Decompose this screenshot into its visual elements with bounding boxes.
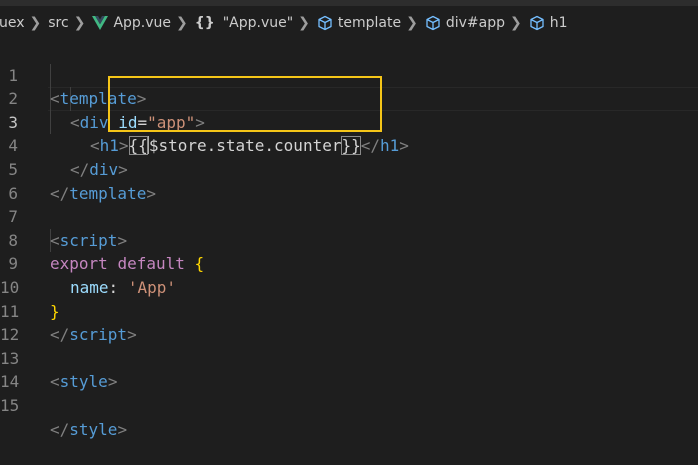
breadcrumb-item-app-vue[interactable]: App.vue — [92, 15, 171, 31]
cube-icon — [425, 15, 441, 31]
breadcrumb-item-div-app[interactable]: div#app — [425, 15, 505, 31]
code-line: 10 } — [0, 252, 698, 321]
code-line: 5 </template> — [0, 134, 698, 203]
braces-icon: {} — [194, 15, 215, 31]
code-line: 11 </script> — [0, 276, 698, 345]
code-line: 6 — [0, 158, 698, 203]
chevron-right-icon: ❯ — [509, 15, 522, 31]
breadcrumb-label: uex — [0, 15, 25, 31]
breadcrumb-label: src — [48, 15, 69, 31]
code-text: </style> — [50, 419, 128, 439]
breadcrumb-label: template — [337, 15, 402, 31]
chevron-right-icon: ❯ — [298, 15, 310, 31]
code-editor[interactable]: 1 <template> 2 <div id="app"> 3 <h1>{{$s… — [0, 40, 698, 439]
breadcrumb-label: div#app — [445, 15, 505, 31]
breadcrumb-label: "App.vue" — [222, 15, 294, 31]
chevron-right-icon: ❯ — [406, 15, 418, 31]
cube-icon — [317, 15, 333, 31]
code-line: 13 <style> — [0, 323, 698, 392]
code-line-active: 3 <h1>{{$store.state.counter}}</h1> — [0, 87, 698, 156]
code-line: 14 — [0, 347, 698, 391]
breadcrumb-item-h1[interactable]: h1 — [529, 15, 568, 31]
line-number: 15 — [0, 395, 20, 415]
code-line: 15 </style> — [0, 370, 698, 439]
breadcrumb-item-app-vue-object[interactable]: {} "App.vue" — [195, 15, 293, 31]
breadcrumb-item-uex[interactable]: uex — [0, 15, 25, 31]
code-line: 4 </div> — [0, 111, 698, 179]
breadcrumb-label: App.vue — [113, 15, 172, 31]
breadcrumb-item-src[interactable]: src — [48, 15, 68, 31]
vue-icon — [92, 16, 109, 30]
code-line: 1 <template> — [0, 40, 698, 109]
chevron-right-icon: ❯ — [29, 15, 42, 31]
code-line: 9 name: 'App' — [0, 229, 698, 297]
code-line: 12 — [0, 300, 698, 344]
code-line: 8 export default { — [0, 205, 698, 274]
breadcrumb: uex ❯ src ❯ App.vue ❯ {} "App.vue" ❯ tem… — [0, 6, 698, 40]
chevron-right-icon: ❯ — [73, 15, 86, 31]
breadcrumb-label: h1 — [549, 15, 568, 31]
chevron-right-icon: ❯ — [176, 15, 188, 31]
cube-icon — [529, 15, 545, 31]
code-line: 2 <div id="app"> — [0, 64, 698, 132]
breadcrumb-item-template[interactable]: template — [317, 15, 401, 31]
code-line: 7 <script> — [0, 182, 698, 250]
